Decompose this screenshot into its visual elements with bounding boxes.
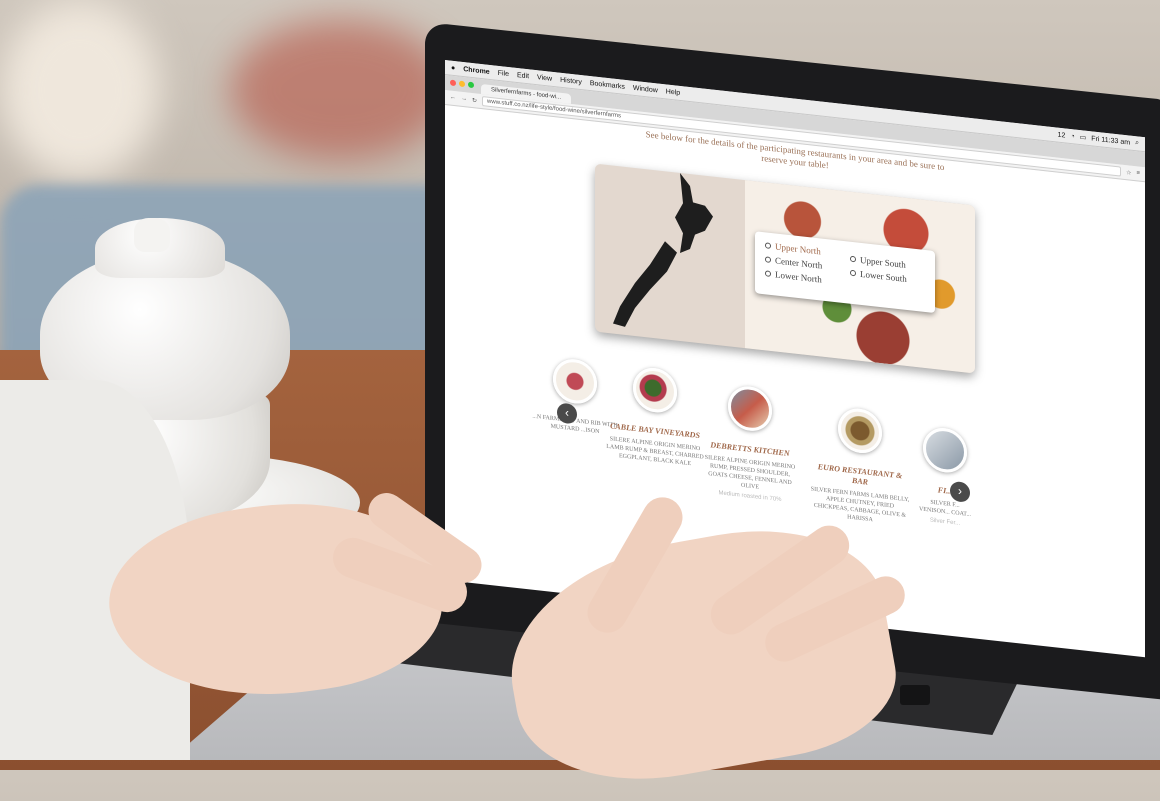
dish-thumbnail: [553, 356, 597, 406]
menu-help[interactable]: Help: [666, 88, 680, 97]
minimize-icon[interactable]: [459, 80, 465, 88]
menu-icon[interactable]: ≡: [1136, 170, 1140, 176]
menu-edit[interactable]: Edit: [517, 71, 529, 79]
menu-history[interactable]: History: [560, 76, 582, 85]
background-blur-light: [0, 0, 160, 180]
region-center-north[interactable]: Center North: [765, 254, 823, 271]
north-island-shape: [675, 172, 713, 253]
bookmark-star-icon[interactable]: ☆: [1126, 169, 1131, 177]
region-label: Center North: [775, 255, 823, 271]
clock[interactable]: Fri 11:33 am: [1091, 135, 1130, 146]
dish-description: SILVER FERN FARMS LAMB BELLY, APPLE CHUT…: [810, 486, 910, 524]
bullet-icon: [850, 255, 856, 263]
back-icon[interactable]: ←: [450, 95, 456, 102]
region-label: Upper North: [775, 241, 821, 257]
bullet-icon: [765, 270, 771, 277]
keyboard-key: [900, 685, 930, 705]
forward-icon[interactable]: →: [461, 96, 467, 103]
reload-icon[interactable]: ↻: [472, 96, 477, 104]
restaurant-card[interactable]: EURO RESTAURANT & BAR SILVER FERN FARMS …: [810, 403, 910, 528]
spotlight-icon[interactable]: ⌕: [1135, 139, 1139, 147]
menu-file[interactable]: File: [498, 69, 509, 77]
menu-bookmarks[interactable]: Bookmarks: [590, 79, 625, 90]
nz-map-image: [613, 172, 713, 327]
region-banner: Upper North Center North Lower North Upp…: [595, 163, 975, 374]
bullet-icon: [765, 242, 771, 249]
dish-thumbnail: [838, 406, 882, 456]
menu-window[interactable]: Window: [633, 84, 658, 94]
restaurant-card[interactable]: DEBRETTS KITCHEN SILERE ALPINE ORIGIN ME…: [700, 381, 800, 505]
region-lower-south[interactable]: Lower South: [850, 268, 907, 284]
wifi-icon[interactable]: ◔: [1070, 133, 1074, 140]
south-island-shape: [613, 241, 677, 327]
dish-thumbnail: [923, 425, 967, 475]
background-blur-red: [230, 20, 450, 160]
menu-app[interactable]: Chrome: [463, 66, 489, 76]
region-upper-north[interactable]: Upper North: [765, 240, 821, 256]
dish-thumbnail: [728, 384, 772, 434]
dish-thumbnail: [633, 365, 677, 415]
battery-icon[interactable]: ▭: [1080, 133, 1087, 142]
region-label: Upper South: [860, 254, 906, 270]
teapot-knob: [134, 218, 170, 252]
region-lower-north[interactable]: Lower North: [765, 268, 822, 285]
status-count[interactable]: 12: [1058, 131, 1066, 139]
zoom-icon[interactable]: [468, 81, 474, 89]
close-icon[interactable]: [450, 79, 456, 87]
menu-view[interactable]: View: [537, 74, 552, 83]
restaurant-card[interactable]: CABLE BAY VINEYARDS SILERE ALPINE ORIGIN…: [605, 363, 705, 470]
window-controls: [450, 79, 474, 89]
region-upper-south[interactable]: Upper South: [850, 254, 906, 270]
bullet-icon: [850, 269, 856, 277]
region-label: Lower South: [860, 268, 907, 284]
apple-icon[interactable]: ●: [451, 64, 455, 71]
bullet-icon: [765, 256, 771, 263]
restaurant-card[interactable]: FI... SILVER F... VENISON... COAT... Sil…: [915, 425, 975, 529]
region-label: Lower North: [775, 269, 822, 285]
